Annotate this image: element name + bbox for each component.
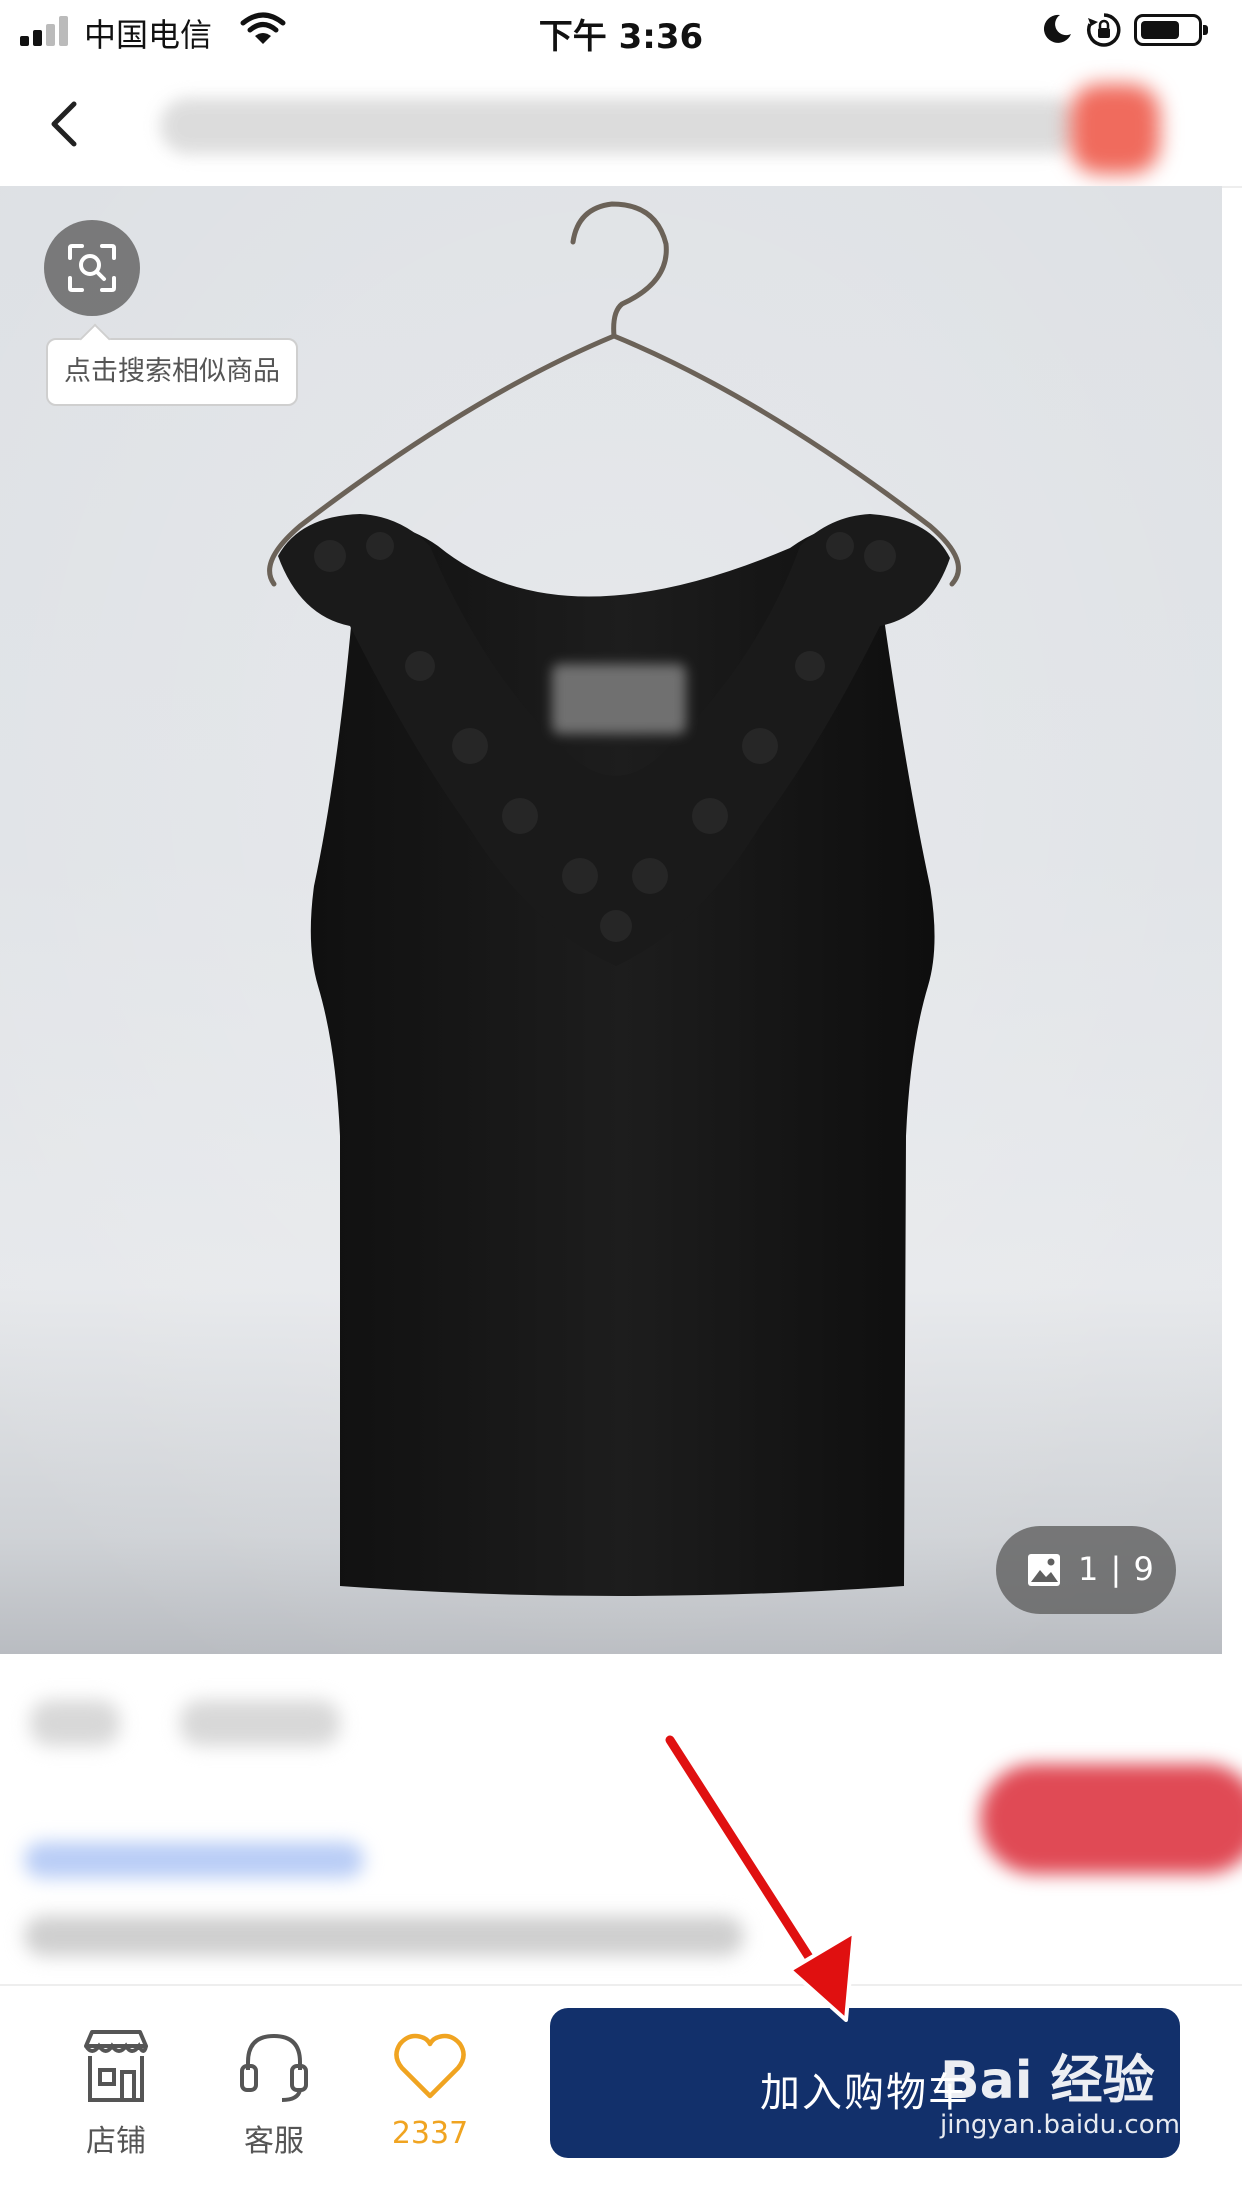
customer-service-label: 客服 xyxy=(244,2124,304,2159)
annotation-arrow xyxy=(662,1732,856,2022)
shop-label: 店铺 xyxy=(86,2124,146,2159)
scan-search-icon xyxy=(68,244,116,292)
battery-icon xyxy=(1134,14,1208,46)
bottom-action-bar: 店铺 客服 2337 加入购物车 xyxy=(0,1984,1242,2210)
nav-bar xyxy=(0,62,1242,188)
image-search-button[interactable] xyxy=(44,220,140,316)
back-button[interactable] xyxy=(36,92,96,156)
blurred-button[interactable] xyxy=(980,1764,1242,1874)
rotation-lock-icon xyxy=(1087,13,1121,47)
image-counter-text: 1 | 9 xyxy=(1078,1550,1155,1588)
blurred-chip xyxy=(180,1700,340,1746)
heart-icon xyxy=(394,2033,466,2099)
status-bar: 中国电信 下午 3:36 xyxy=(0,0,1242,62)
product-info-blurred xyxy=(0,1654,1242,1984)
favorite-tab[interactable]: 2337 xyxy=(370,2026,490,2176)
headset-icon xyxy=(240,2033,308,2102)
product-image[interactable]: 点击搜索相似商品 1 | 9 xyxy=(0,186,1222,1654)
share-button-blurred[interactable] xyxy=(1070,84,1160,174)
blurred-chip xyxy=(30,1700,120,1746)
add-to-cart-label: 加入购物车 xyxy=(760,2070,970,2116)
blurred-link[interactable] xyxy=(24,1842,364,1878)
product-title-blurred xyxy=(160,98,1080,154)
favorite-count: 2337 xyxy=(391,2116,469,2151)
do-not-disturb-icon xyxy=(1043,14,1071,43)
image-counter[interactable]: 1 | 9 xyxy=(996,1526,1176,1614)
blurred-title xyxy=(24,1916,744,1956)
customer-service-tab[interactable]: 客服 xyxy=(214,2026,334,2176)
garment-photo xyxy=(0,186,1222,1654)
brand-label-blurred xyxy=(552,664,686,734)
shop-icon xyxy=(84,2030,148,2102)
image-icon xyxy=(1028,1554,1060,1586)
search-similar-tooltip[interactable]: 点击搜索相似商品 xyxy=(46,338,298,406)
shop-tab[interactable]: 店铺 xyxy=(56,2026,176,2176)
